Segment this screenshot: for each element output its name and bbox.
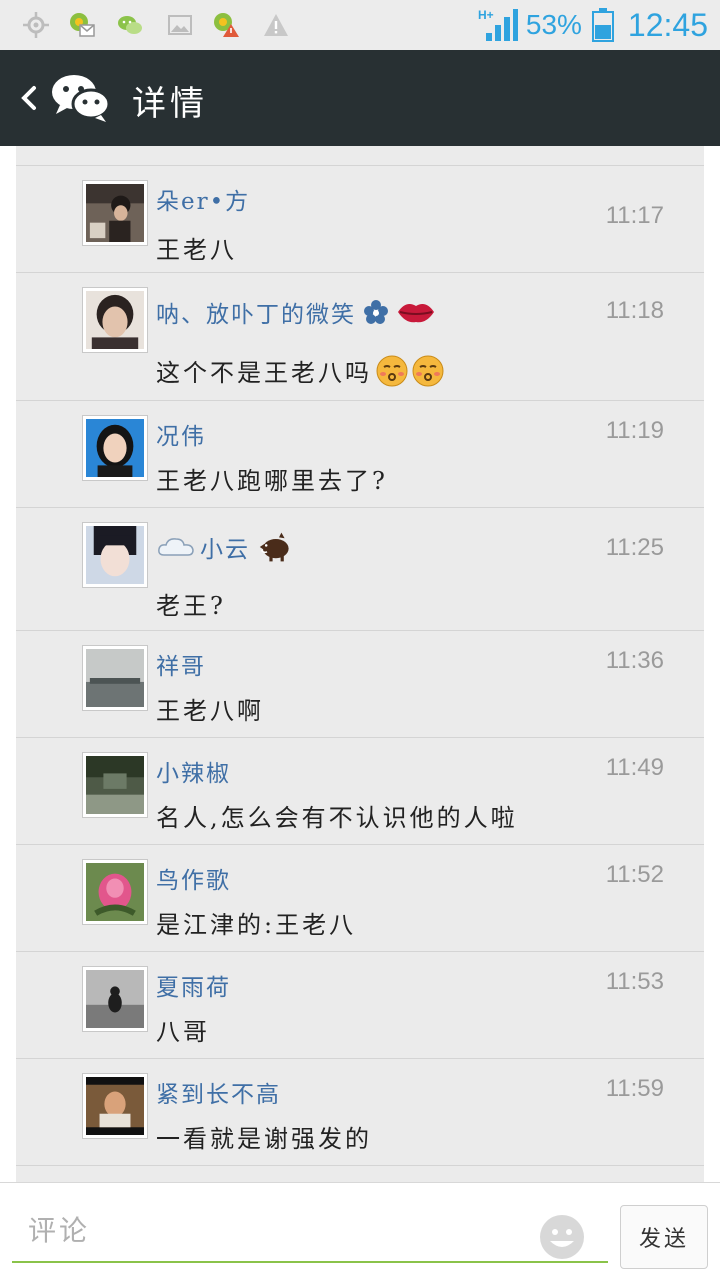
comment-author[interactable]: 况伟 [156,417,206,451]
comment-time: 11:59 [605,1075,664,1102]
comment-item[interactable]: 朵er•方 11:17 王老八 [16,166,704,273]
clock: 12:45 [627,6,708,43]
comment-author[interactable]: 紧到长不高 [156,1075,281,1109]
avatar[interactable] [82,180,148,246]
avatar-photo [86,863,144,921]
comment-time: 11:19 [605,417,664,444]
comment-author[interactable]: 鸟作歌 [156,861,231,895]
avatar[interactable] [82,287,148,353]
comment-author[interactable]: 小云 [156,530,296,564]
svg-text:H+: H+ [478,8,494,22]
comment-text: 是江津的:王老八 [156,911,357,939]
flower-emoji-icon [364,300,388,324]
comment-text: 这个不是王老八吗 [156,353,444,388]
avatar-photo [86,184,144,242]
avatar[interactable] [82,859,148,925]
comment-item[interactable]: 鸟作歌 11:52 是江津的:王老八 [16,845,704,952]
comment-author[interactable]: 朵er•方 [156,182,250,216]
status-bar: H+ 53% 12:45 [0,0,720,50]
comment-author-label: 呐、放卟丁的微笑 [156,302,356,328]
comment-author-label: 小云 [200,537,250,563]
avatar-photo [86,756,144,814]
mail-notification-icon [70,13,95,37]
comment-text: 老王? [156,592,226,620]
lips-emoji-icon [398,304,434,323]
comment-item[interactable]: 祥哥 11:36 王老八啊 [16,631,704,738]
comment-item[interactable]: 夏雨荷 11:53 八哥 [16,952,704,1059]
comment-text: 王老八跑哪里去了? [156,467,388,495]
back-arrow-icon[interactable] [18,76,40,120]
comment-item[interactable]: 小辣椒 11:49 名人,怎么会有不认识他的人啦 [16,738,704,845]
avatar[interactable] [82,522,148,588]
avatar-photo [86,419,144,477]
comment-text: 八哥 [156,1018,210,1046]
comment-time: 11:52 [605,861,664,888]
comment-text: 王老八啊 [156,697,264,725]
wechat-logo-icon [52,75,111,122]
image-notification-icon [168,15,192,35]
avatar[interactable] [82,1073,148,1139]
avatar[interactable] [82,645,148,711]
avatar[interactable] [82,966,148,1032]
avatar-photo [86,649,144,707]
battery-icon [591,8,614,42]
send-button[interactable]: 发送 [620,1205,708,1269]
comment-time: 11:53 [605,968,664,995]
comment-input[interactable] [12,1201,512,1259]
comment-author[interactable]: 小辣椒 [156,754,231,788]
battery-percent: 53% [525,9,582,40]
comment-item[interactable]: 小云 11:25 老王? [16,508,704,631]
comment-text: 王老八 [156,236,237,264]
comment-list[interactable]: 朵er•方 11:17 王老八 呐、放卟丁的微笑 11:18 这个不是王老八吗 … [16,146,704,1182]
location-icon [23,12,49,38]
comment-input-bar: 发送 [0,1182,720,1280]
comment-time: 11:36 [605,647,664,674]
kissing-face-emoji-icon [376,355,408,386]
warning-icon [264,14,288,36]
boar-emoji-icon [259,532,289,562]
comment-author[interactable]: 呐、放卟丁的微笑 [156,295,436,329]
cloud-emoji-icon [158,538,194,556]
update-warning-icon [214,13,239,37]
comment-time: 11:18 [605,297,664,324]
comment-author[interactable]: 夏雨荷 [156,968,231,1002]
comment-item[interactable]: 紧到长不高 11:59 一看就是谢强发的 [16,1059,704,1166]
emoji-picker-icon[interactable] [538,1213,586,1261]
avatar-photo [86,526,144,584]
avatar[interactable] [82,752,148,818]
comment-time: 11:25 [605,534,664,561]
signal-icon: H+ [478,8,518,41]
comment-time: 11:17 [605,202,664,229]
comment-item[interactable]: 况伟 11:19 王老八跑哪里去了? [16,401,704,508]
comment-text: 名人,怎么会有不认识他的人啦 [156,804,518,832]
wechat-notification-icon [118,16,142,34]
comment-author[interactable]: 祥哥 [156,647,206,681]
avatar[interactable] [82,415,148,481]
comment-text: 一看就是谢强发的 [156,1125,372,1153]
avatar-photo [86,970,144,1028]
kissing-face-emoji-icon [412,355,444,386]
comment-time: 11:49 [605,754,664,781]
list-item [16,146,704,166]
comment-item[interactable]: 呐、放卟丁的微笑 11:18 这个不是王老八吗 [16,273,704,401]
avatar-photo [86,1077,144,1135]
comment-field[interactable] [12,1201,608,1263]
avatar-photo [86,291,144,349]
top-app-bar: 详情 [0,50,720,146]
page-title: 详情 [132,84,208,124]
comment-text-label: 这个不是王老八吗 [156,359,372,387]
